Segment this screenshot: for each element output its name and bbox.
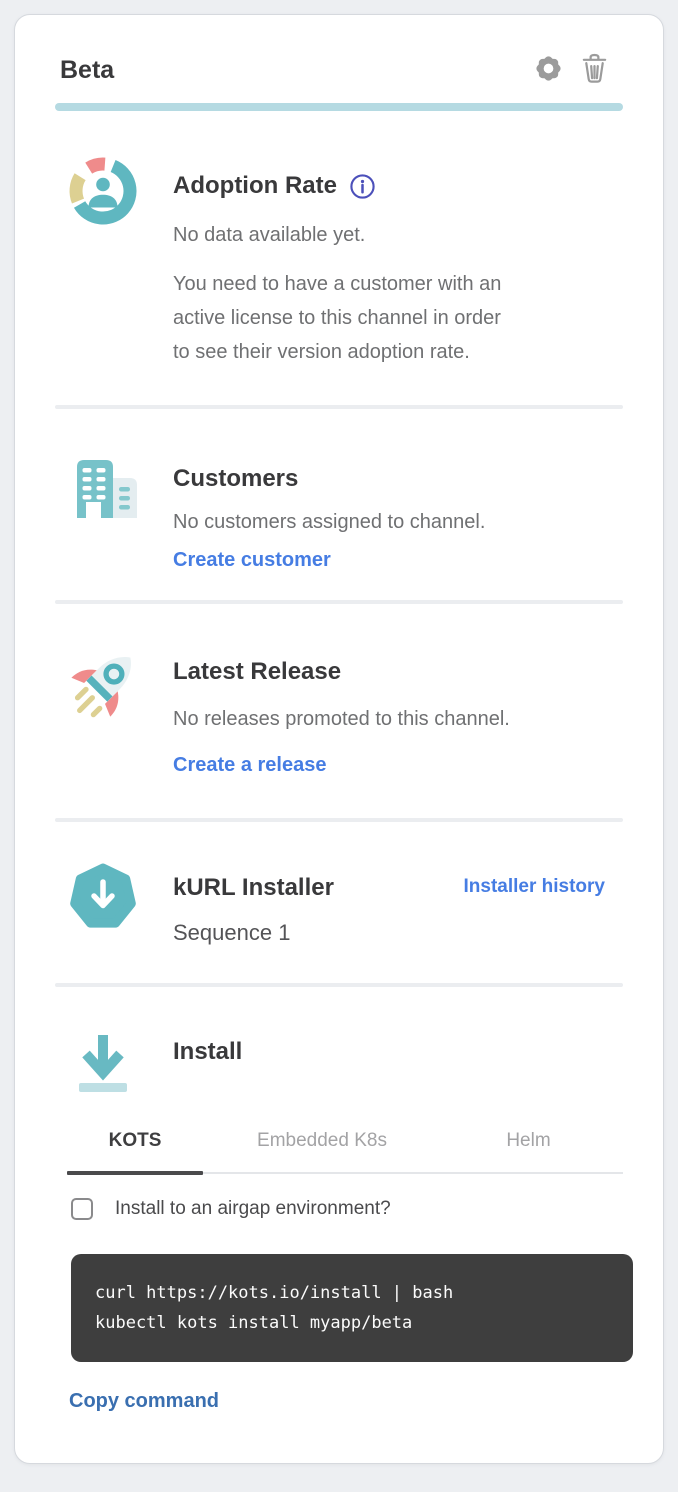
airgap-row[interactable]: Install to an airgap environment?	[71, 1198, 623, 1220]
delete-button[interactable]	[580, 52, 609, 88]
tab-kots[interactable]: KOTS	[67, 1126, 203, 1172]
rocket-icon	[67, 645, 139, 726]
section-divider	[55, 405, 623, 409]
gear-icon	[533, 53, 564, 87]
customers-status: No customers assigned to channel.	[173, 506, 623, 538]
airgap-label: Install to an airgap environment?	[115, 1198, 391, 1220]
latest-release-status: No releases promoted to this channel.	[173, 703, 623, 735]
install-title: Install	[173, 1035, 242, 1069]
customers-icon	[67, 452, 139, 529]
create-release-link[interactable]: Create a release	[173, 749, 326, 781]
adoption-rate-description: You need to have a customer with an acti…	[173, 267, 623, 369]
customers-section: Customers No customers assigned to chann…	[55, 452, 623, 576]
adoption-rate-icon	[67, 155, 139, 232]
card-header: Beta	[55, 53, 623, 87]
section-divider	[55, 818, 623, 822]
latest-release-section: Latest Release No releases promoted to t…	[55, 645, 623, 781]
latest-release-title: Latest Release	[173, 655, 341, 689]
create-customer-link[interactable]: Create customer	[173, 544, 331, 576]
channel-card: Beta	[14, 14, 664, 1464]
header-actions	[533, 52, 623, 88]
info-icon[interactable]	[349, 173, 376, 200]
trash-icon	[580, 52, 609, 88]
customers-title: Customers	[173, 462, 298, 496]
tab-embedded-k8s[interactable]: Embedded K8s	[203, 1126, 441, 1172]
copy-command-link[interactable]: Copy command	[69, 1386, 219, 1416]
install-command-block: curl https://kots.io/install | bash kube…	[71, 1254, 633, 1362]
adoption-rate-status: No data available yet.	[173, 219, 623, 251]
kurl-installer-section: kURL Installer Installer history Sequenc…	[55, 861, 623, 949]
install-command-line: curl https://kots.io/install | bash	[95, 1278, 615, 1308]
install-tabs: KOTS Embedded K8s Helm	[67, 1126, 623, 1174]
adoption-rate-title: Adoption Rate	[173, 169, 337, 203]
kurl-installer-title: kURL Installer	[173, 871, 334, 905]
installer-history-link[interactable]: Installer history	[464, 871, 606, 903]
section-divider	[55, 983, 623, 987]
tab-helm[interactable]: Helm	[441, 1126, 616, 1172]
section-divider	[55, 600, 623, 604]
install-icon	[67, 1027, 139, 1104]
kurl-installer-icon	[67, 861, 139, 938]
airgap-checkbox[interactable]	[71, 1198, 93, 1220]
install-command-line: kubectl kots install myapp/beta	[95, 1308, 615, 1338]
settings-button[interactable]	[533, 53, 564, 87]
channel-accent-bar	[55, 103, 623, 111]
channel-title: Beta	[60, 56, 114, 85]
install-section: Install	[55, 1027, 623, 1104]
kurl-sequence: Sequence 1	[173, 917, 623, 949]
adoption-rate-section: Adoption Rate No data available yet. You…	[55, 155, 623, 369]
